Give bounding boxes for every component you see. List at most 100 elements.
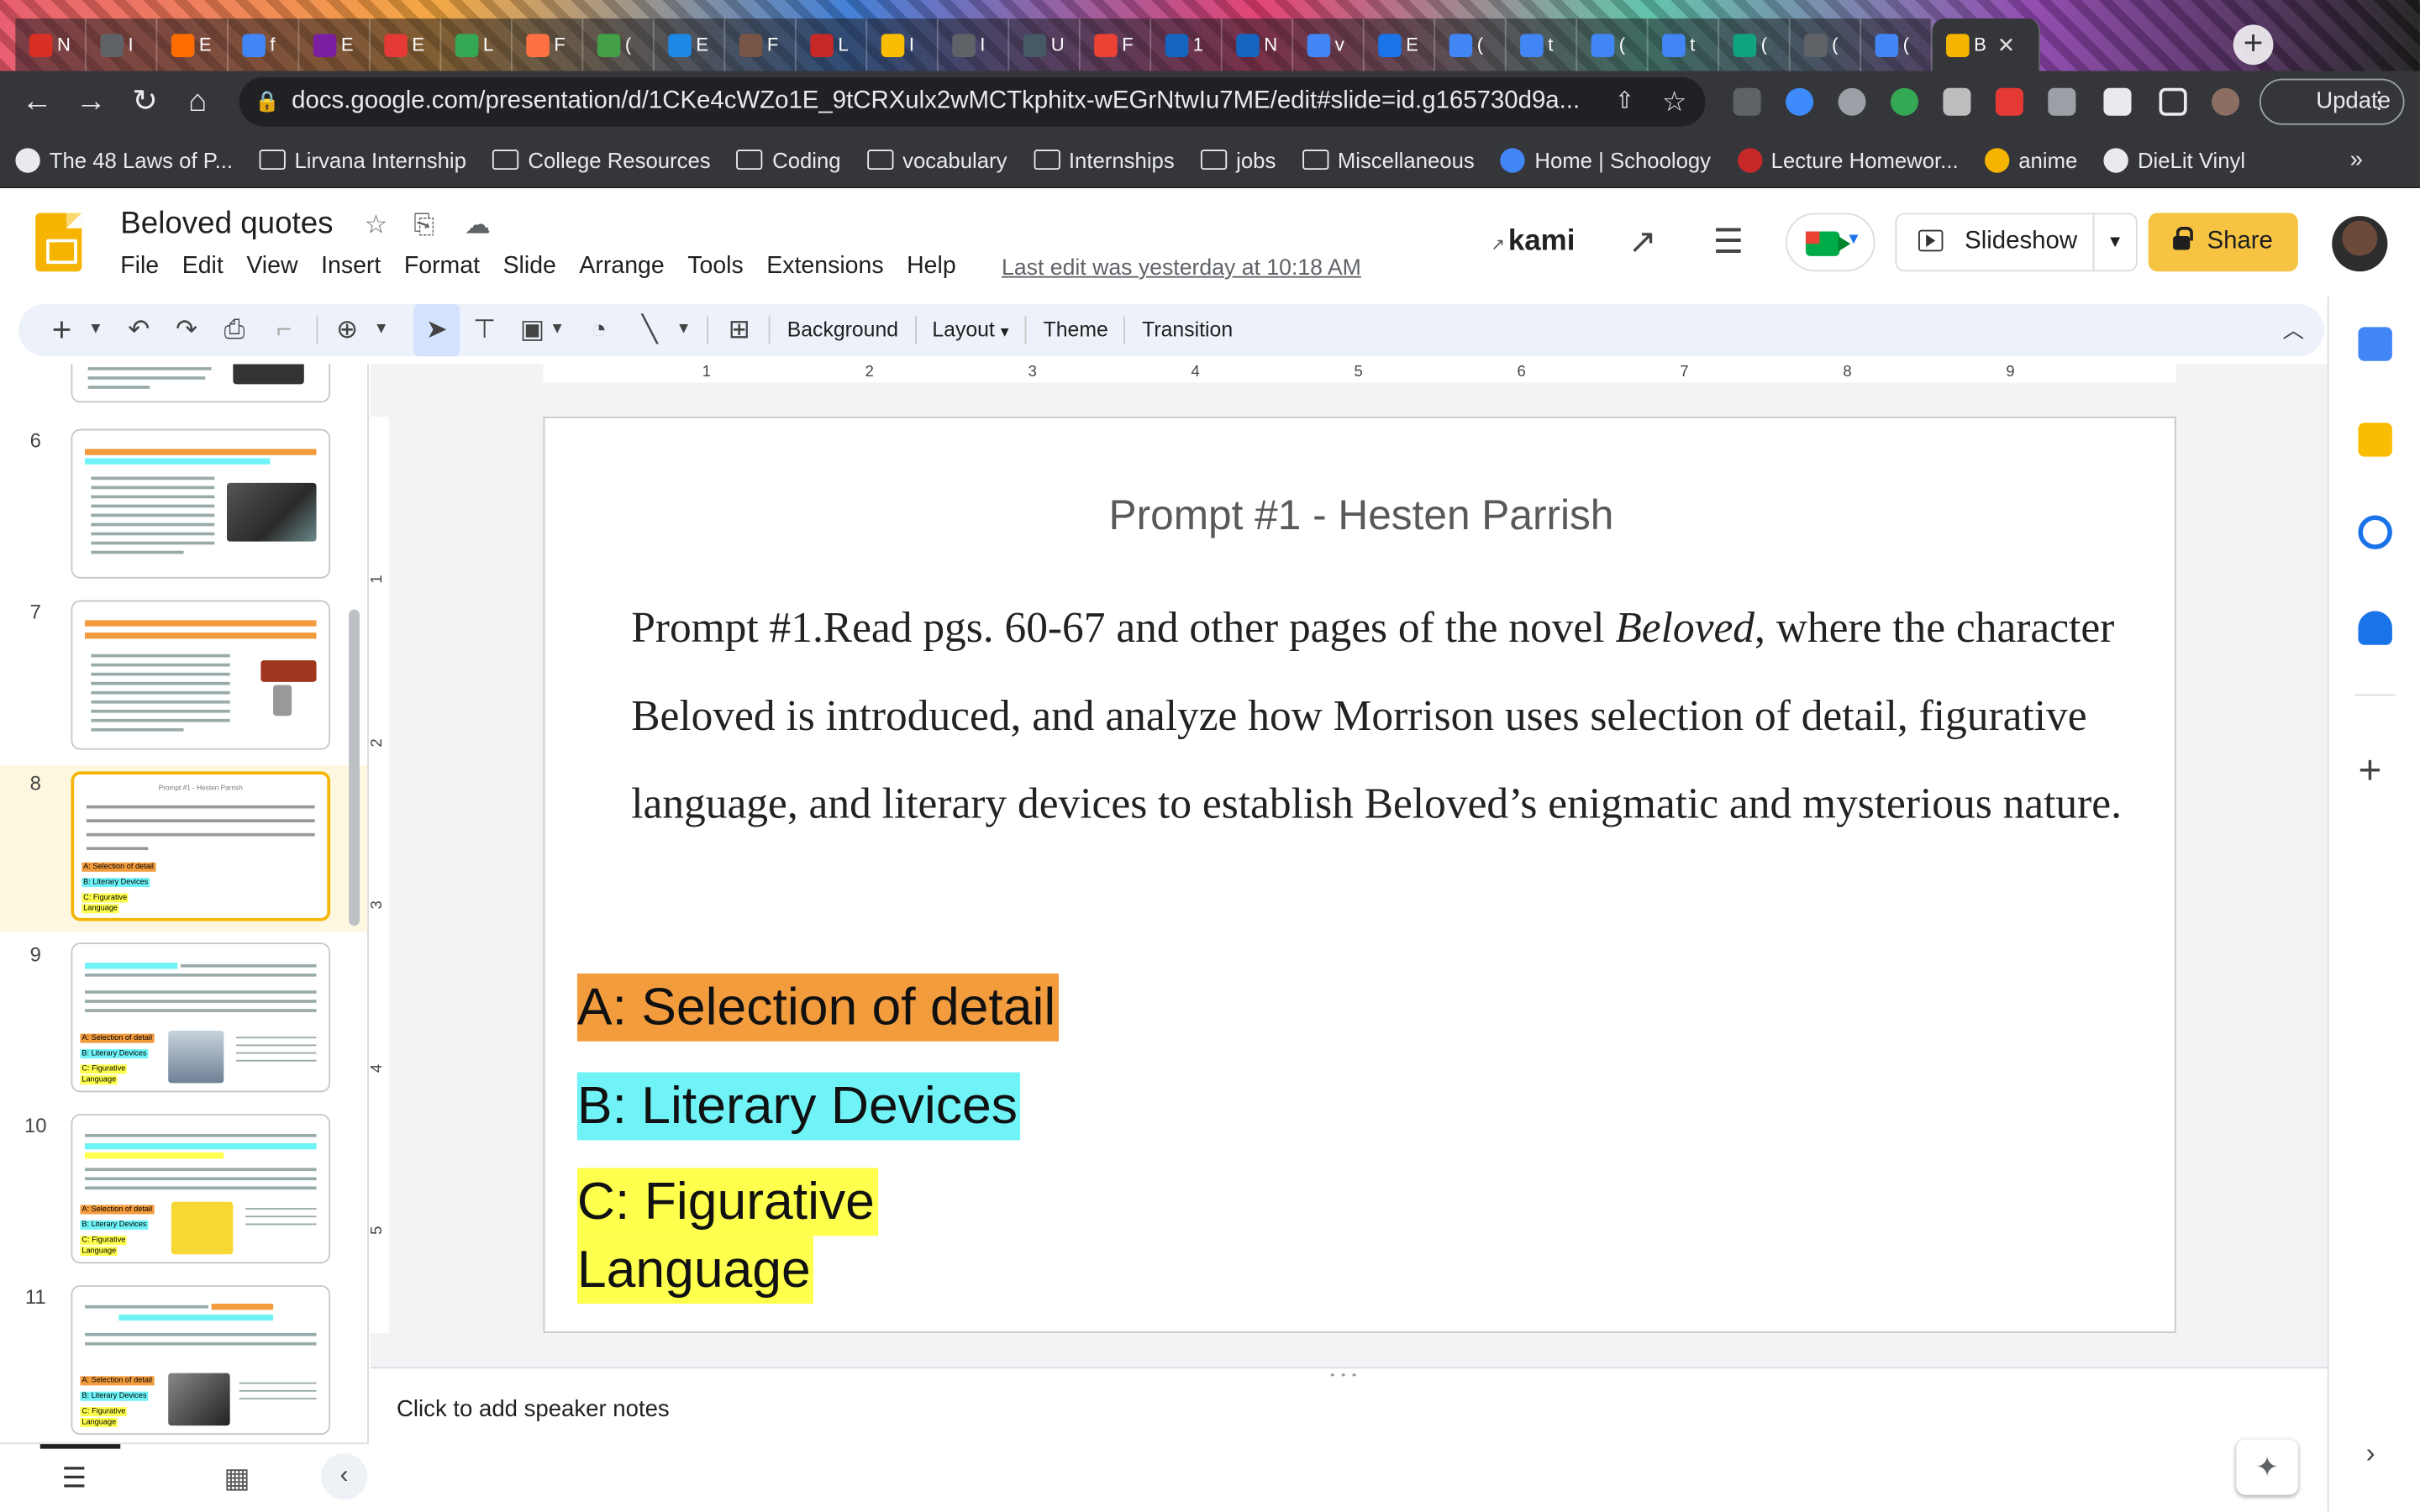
slide-thumbnail-5[interactable] bbox=[71, 364, 331, 403]
forward-icon[interactable]: → bbox=[72, 83, 109, 120]
browser-tab[interactable]: ( bbox=[1577, 18, 1649, 71]
browser-tab-active[interactable]: B ✕ bbox=[1932, 18, 2041, 71]
browser-tab[interactable]: ( bbox=[583, 18, 655, 71]
browser-tab[interactable]: ( bbox=[1435, 18, 1507, 71]
paint-format-icon[interactable]: ⌐ bbox=[266, 304, 302, 356]
extension-gem-icon[interactable] bbox=[1786, 87, 1814, 116]
extension-chat-icon[interactable] bbox=[1838, 87, 1866, 116]
print-icon[interactable]: ⎙ bbox=[216, 304, 253, 356]
slide-thumbnail-11[interactable]: A: Selection of detail B: Literary Devic… bbox=[71, 1284, 331, 1436]
vertical-ruler[interactable]: 1 2 3 4 5 bbox=[369, 416, 389, 1333]
menu-arrange[interactable]: Arrange bbox=[579, 253, 664, 281]
bookmark-item[interactable]: Home | Schoology bbox=[1500, 147, 1711, 172]
bookmark-item[interactable]: Lecture Homewor... bbox=[1737, 147, 1959, 172]
home-icon[interactable]: ⌂ bbox=[179, 83, 216, 120]
browser-tab[interactable]: L bbox=[441, 18, 513, 71]
zoom-icon[interactable]: ⊕ bbox=[329, 304, 366, 356]
new-tab-button[interactable]: + bbox=[2233, 24, 2274, 66]
slide-8[interactable]: Prompt #1 - Hesten Parrish Prompt #1.Rea… bbox=[543, 416, 2177, 1333]
slide-thumbnail-10[interactable]: A: Selection of detail B: Literary Devic… bbox=[71, 1114, 331, 1264]
redo-icon[interactable]: ↷ bbox=[168, 304, 205, 356]
extensions-puzzle-icon[interactable] bbox=[2103, 87, 2132, 116]
reload-icon[interactable]: ↻ bbox=[127, 83, 164, 120]
bookmark-item[interactable]: Miscellaneous bbox=[1302, 147, 1475, 172]
browser-tab[interactable]: N bbox=[1222, 18, 1294, 71]
slide-thumbnail-7[interactable] bbox=[71, 600, 331, 750]
browser-tab[interactable]: E bbox=[370, 18, 442, 71]
browser-tab[interactable]: ( bbox=[1861, 18, 1933, 71]
filmstrip-scrollbar[interactable] bbox=[349, 609, 360, 927]
line-icon[interactable]: ╲ bbox=[631, 304, 668, 356]
share-button[interactable]: Share bbox=[2148, 213, 2298, 272]
slide-thumbnail-8[interactable]: Prompt #1 - Hesten Parrish A: Selection … bbox=[71, 771, 331, 921]
undo-icon[interactable]: ↶ bbox=[120, 304, 157, 356]
theme-button[interactable]: Theme bbox=[1044, 304, 1108, 356]
slide-body-text[interactable]: Prompt #1.Read pgs. 60-67 and other page… bbox=[631, 585, 2144, 848]
bookmark-item[interactable]: anime bbox=[1984, 147, 2077, 172]
browser-tab[interactable]: F bbox=[725, 18, 797, 71]
menu-slide[interactable]: Slide bbox=[503, 253, 556, 281]
label-selection-of-detail[interactable]: A: Selection of detail bbox=[576, 973, 1059, 1042]
grid-view-icon[interactable]: ▦ bbox=[224, 1462, 250, 1495]
account-avatar[interactable] bbox=[2332, 216, 2388, 272]
menu-file[interactable]: File bbox=[120, 253, 159, 281]
menu-edit[interactable]: Edit bbox=[182, 253, 224, 281]
browser-tab[interactable]: v bbox=[1293, 18, 1365, 71]
close-tab-icon[interactable]: ✕ bbox=[1997, 32, 2016, 58]
browser-tab[interactable]: F bbox=[1080, 18, 1152, 71]
notes-divider[interactable]: • • • bbox=[370, 1367, 2328, 1383]
calendar-icon[interactable] bbox=[2358, 327, 2392, 361]
expand-panel-icon[interactable]: › bbox=[2366, 1438, 2375, 1471]
menu-view[interactable]: View bbox=[246, 253, 297, 281]
image-chevron-icon[interactable]: ▼ bbox=[548, 304, 566, 356]
extension-tp-icon[interactable] bbox=[1995, 87, 2023, 116]
filmstrip-view-icon[interactable]: ☰ bbox=[61, 1462, 87, 1495]
slideshow-dropdown-icon[interactable]: ▼ bbox=[2092, 214, 2136, 270]
browser-tab[interactable]: N bbox=[15, 18, 87, 71]
browser-tab[interactable]: E bbox=[1364, 18, 1436, 71]
add-comment-icon[interactable]: ⊞ bbox=[721, 304, 758, 356]
update-button[interactable]: Update ⋮ bbox=[2259, 78, 2405, 125]
browser-tab[interactable]: E bbox=[157, 18, 229, 71]
share-page-icon[interactable]: ⇧ bbox=[1615, 77, 1634, 127]
new-slide-layout-chevron-icon[interactable]: ▼ bbox=[87, 304, 105, 356]
menu-tools[interactable]: Tools bbox=[687, 253, 743, 281]
comments-icon[interactable]: ☰ bbox=[1713, 222, 1744, 262]
slide-thumbnail-6[interactable] bbox=[71, 428, 331, 579]
extension-gray-icon[interactable] bbox=[1943, 87, 1971, 116]
browser-tab[interactable]: ( bbox=[1719, 18, 1791, 71]
activity-trend-icon[interactable]: ↗ bbox=[1628, 222, 1657, 262]
menu-extensions[interactable]: Extensions bbox=[766, 253, 883, 281]
move-folder-icon[interactable]: ⎘ bbox=[413, 210, 434, 241]
slide-title[interactable]: Prompt #1 - Hesten Parrish bbox=[544, 492, 2177, 540]
browser-tab[interactable]: t bbox=[1648, 18, 1720, 71]
back-icon[interactable]: ← bbox=[18, 83, 55, 120]
keep-icon[interactable] bbox=[2358, 423, 2392, 457]
kami-button[interactable]: ↗ kami bbox=[1491, 225, 1575, 259]
label-literary-devices[interactable]: B: Literary Devices bbox=[576, 1072, 1021, 1141]
bookmark-item[interactable]: jobs bbox=[1200, 147, 1276, 172]
collapse-toolbar-icon[interactable]: ︿ bbox=[2278, 304, 2309, 356]
menu-insert[interactable]: Insert bbox=[321, 253, 381, 281]
browser-tab[interactable]: I bbox=[938, 18, 1010, 71]
speaker-notes[interactable]: Click to add speaker notes bbox=[370, 1376, 2328, 1512]
browser-tab[interactable]: E bbox=[654, 18, 726, 71]
browser-tab[interactable]: f bbox=[228, 18, 300, 71]
slideshow-button[interactable]: Slideshow ▼ bbox=[1895, 213, 2138, 272]
bookmarks-overflow-button[interactable]: » bbox=[2350, 146, 2363, 172]
bookmark-item[interactable]: The 48 Laws of P... bbox=[15, 147, 233, 172]
zoom-chevron-icon[interactable]: ▼ bbox=[372, 304, 391, 356]
profile-icon[interactable] bbox=[2211, 87, 2240, 116]
bookmark-item[interactable]: DieLit Vinyl bbox=[2103, 147, 2245, 172]
meet-button[interactable]: ▼ bbox=[1786, 213, 1876, 272]
browser-tab[interactable]: L bbox=[796, 18, 868, 71]
star-icon[interactable]: ☆ bbox=[364, 210, 387, 241]
select-cursor-icon[interactable]: ➤ bbox=[413, 303, 460, 357]
browser-tab[interactable]: F bbox=[512, 18, 584, 71]
document-title[interactable]: Beloved quotes bbox=[120, 207, 333, 242]
layout-button[interactable]: Layout ▼ bbox=[932, 304, 1012, 356]
last-edit-link[interactable]: Last edit was yesterday at 10:18 AM bbox=[1002, 256, 1361, 281]
browser-tab[interactable]: t bbox=[1506, 18, 1578, 71]
line-chevron-icon[interactable]: ▼ bbox=[675, 304, 693, 356]
menu-format[interactable]: Format bbox=[404, 253, 480, 281]
